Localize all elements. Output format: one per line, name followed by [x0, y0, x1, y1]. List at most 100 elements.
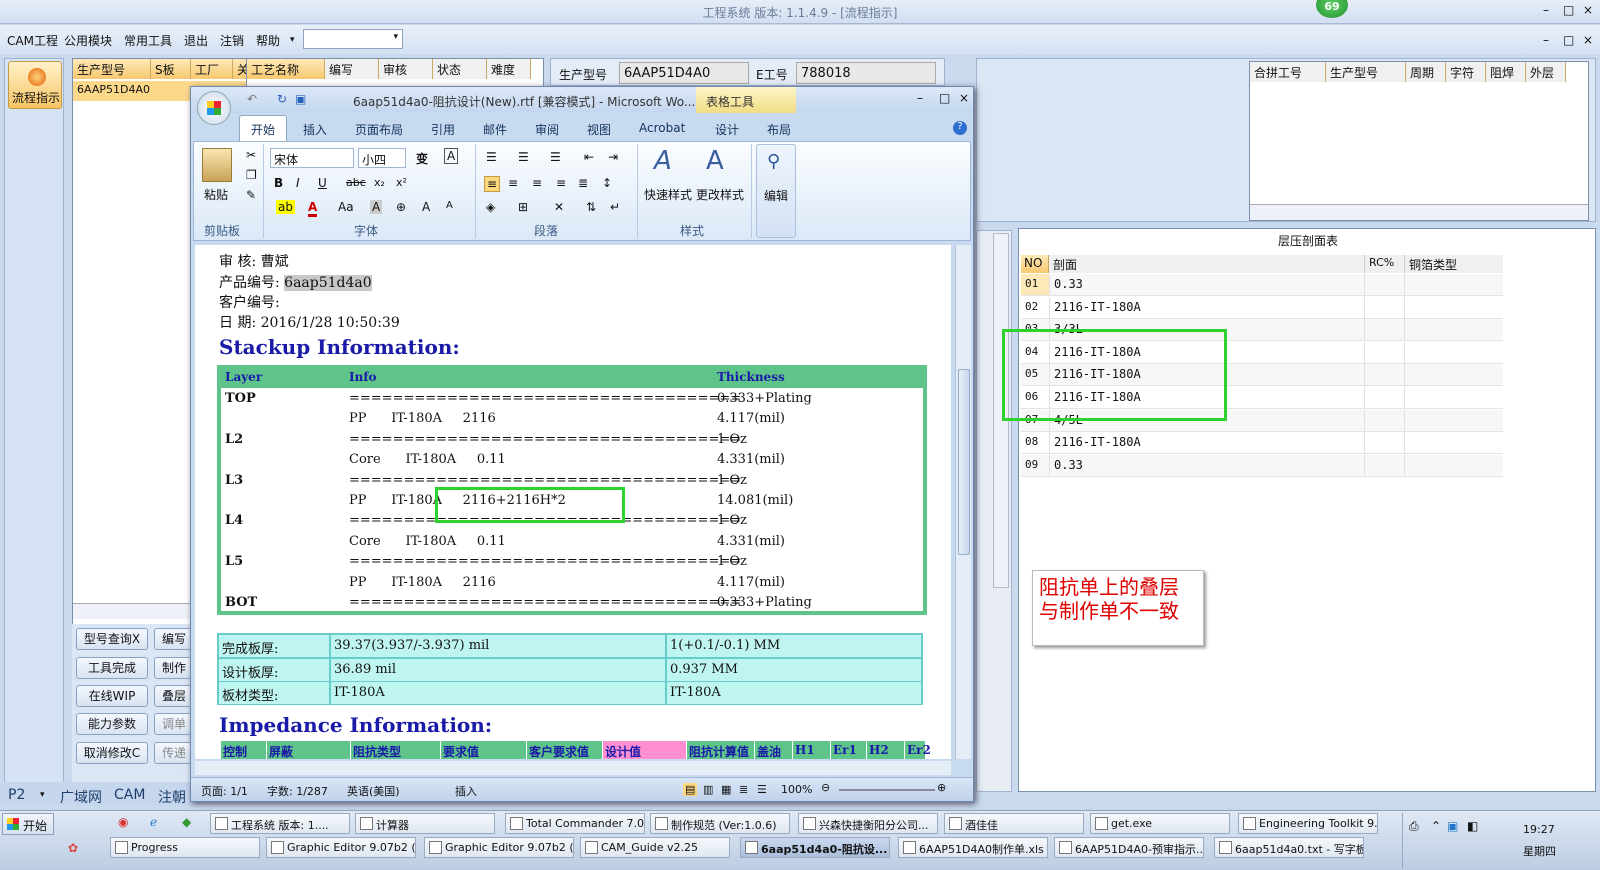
- document-page[interactable]: 审 核: 曹斌 产品编号: 6aap51d4a0 客户编号: 日 期: 2016…: [195, 245, 951, 759]
- menu-common-tools[interactable]: 常用工具: [124, 32, 172, 49]
- stackup-button[interactable]: 叠层: [154, 685, 194, 707]
- volume-icon[interactable]: ◧: [1467, 819, 1478, 833]
- grid-header[interactable]: 生产型号: [1326, 62, 1406, 82]
- tab-design[interactable]: 设计: [715, 121, 739, 138]
- menu-logout[interactable]: 注销: [220, 32, 244, 49]
- menu-common-module[interactable]: 公用模块: [64, 32, 112, 49]
- outline-icon[interactable]: ≣: [739, 783, 748, 796]
- taskbar-button[interactable]: 6aap51d4a0-阻抗设...: [740, 837, 890, 858]
- online-wip-button[interactable]: 在线WIP: [76, 685, 148, 707]
- taskbar-button[interactable]: 6aap51d4a0.txt - 写字板: [1214, 837, 1364, 858]
- mdi-minimize-button[interactable]: –: [1543, 33, 1549, 47]
- align-center-icon[interactable]: ≡: [508, 176, 518, 190]
- change-style-icon[interactable]: A: [706, 146, 724, 176]
- grow-icon[interactable]: A: [422, 200, 430, 214]
- grid-header[interactable]: 生产型号: [73, 59, 151, 79]
- menu-combo[interactable]: ▾: [303, 29, 403, 49]
- cancel-modify-button[interactable]: 取消修改C: [76, 742, 148, 764]
- distribute-icon[interactable]: ≣: [578, 176, 588, 190]
- menu-cam[interactable]: CAM工程: [7, 32, 58, 49]
- start-button[interactable]: 开始: [2, 813, 54, 835]
- grid-header[interactable]: 剖面: [1049, 255, 1365, 273]
- zoom-level[interactable]: 100%: [781, 783, 812, 796]
- borders-icon[interactable]: ⊞: [518, 200, 528, 214]
- taskbar-button[interactable]: 制作规范 (Ver:1.0.6): [650, 813, 790, 834]
- make-button[interactable]: 制作: [154, 657, 194, 679]
- tab-home[interactable]: 开始: [239, 115, 287, 141]
- bold-icon[interactable]: B: [274, 176, 283, 190]
- sort-icon[interactable]: ⇅: [586, 200, 596, 214]
- taskbar-button[interactable]: CAM_Guide v2.25: [580, 837, 730, 858]
- taskbar-button[interactable]: Total Commander 7.0 ...: [505, 813, 645, 834]
- status-words[interactable]: 字数: 1/287: [267, 783, 328, 799]
- status-language[interactable]: 英语(美国): [347, 783, 400, 799]
- taskbar-button[interactable]: 兴森快捷衡阳分公司...: [798, 813, 938, 834]
- char-shading-icon[interactable]: A: [370, 200, 383, 214]
- cut-icon[interactable]: ✂: [246, 148, 256, 162]
- quick-style-icon[interactable]: A: [654, 146, 672, 176]
- grid-header[interactable]: S板: [151, 59, 191, 79]
- tab-layout[interactable]: 布局: [767, 121, 791, 138]
- taskbar-button[interactable]: 6AAP51D4A0制作单.xls ...: [898, 837, 1048, 858]
- bullets-icon[interactable]: ☰: [486, 150, 497, 164]
- taskbar-button[interactable]: 计算器: [355, 813, 495, 834]
- tab-acrobat[interactable]: Acrobat: [639, 121, 685, 135]
- grid-header[interactable]: 周期: [1406, 62, 1446, 82]
- taskbar-button[interactable]: 酒佳佳: [944, 813, 1084, 834]
- font-color-icon[interactable]: A: [308, 200, 318, 217]
- word-maximize-button[interactable]: □: [939, 91, 950, 105]
- quick-style-label[interactable]: 快速样式: [644, 186, 692, 203]
- grid-header[interactable]: 审核: [379, 59, 433, 79]
- taskbar-button[interactable]: 6AAP51D4A0-预审指示...: [1054, 837, 1204, 858]
- change-style-label[interactable]: 更改样式: [696, 186, 744, 203]
- decrease-indent-icon[interactable]: ⇤: [584, 150, 594, 164]
- shading-icon[interactable]: ◈: [486, 200, 495, 214]
- taskbar-button[interactable]: 工程系统 版本: 1....: [210, 813, 350, 834]
- clock-day[interactable]: 星期四: [1523, 843, 1556, 859]
- grow-font-icon[interactable]: 变: [416, 150, 428, 167]
- mdi-restore-button[interactable]: □: [1563, 33, 1574, 47]
- strikethrough-icon[interactable]: abc: [346, 176, 366, 189]
- taskbar-button[interactable]: Graphic Editor 9.07b2 (0...: [424, 837, 574, 858]
- status-insert-mode[interactable]: 插入: [455, 783, 477, 799]
- font-name-select[interactable]: 宋体: [270, 148, 354, 168]
- grid-header[interactable]: 编写: [325, 59, 379, 79]
- network-icon[interactable]: ▣: [1447, 819, 1458, 833]
- underline-icon[interactable]: U: [318, 176, 327, 190]
- grid-header[interactable]: 难度: [487, 59, 531, 79]
- taskbar-button[interactable]: Progress: [110, 837, 260, 858]
- format-painter-icon[interactable]: ✎: [246, 188, 256, 202]
- chinese-layout-icon[interactable]: ✕: [554, 200, 564, 214]
- eno-field[interactable]: 788018: [796, 62, 936, 84]
- subscript-icon[interactable]: x₂: [374, 176, 385, 189]
- grid-header[interactable]: NO: [1021, 255, 1049, 273]
- write-button[interactable]: 编写: [154, 628, 194, 650]
- enclose-char-icon[interactable]: ⊕: [396, 200, 406, 214]
- tab-register[interactable]: 注朝: [158, 787, 186, 807]
- menu-help[interactable]: 帮助: [256, 32, 280, 49]
- grid-header[interactable]: 外层: [1526, 62, 1566, 82]
- adjust-button[interactable]: 调单: [154, 713, 194, 735]
- word-close-button[interactable]: ×: [959, 91, 969, 105]
- draft-icon[interactable]: ☰: [757, 783, 767, 796]
- taskbar-button[interactable]: Engineering Toolkit 9....: [1238, 813, 1378, 834]
- multilevel-icon[interactable]: ☰: [550, 150, 561, 164]
- redo-icon[interactable]: ↻: [277, 92, 287, 106]
- paste-label[interactable]: 粘贴: [204, 186, 228, 203]
- tab-insert[interactable]: 插入: [303, 121, 327, 138]
- help-icon[interactable]: ?: [953, 121, 967, 135]
- status-page[interactable]: 页面: 1/1: [201, 783, 248, 799]
- tray-up-icon[interactable]: ⌃: [1431, 819, 1441, 833]
- printer-icon[interactable]: ⎙: [1409, 819, 1419, 834]
- align-left-icon[interactable]: ≡: [484, 176, 501, 192]
- grid-header[interactable]: 工厂: [191, 59, 233, 79]
- chrome-icon[interactable]: ◉: [118, 815, 128, 829]
- full-screen-icon[interactable]: ▥: [703, 783, 713, 796]
- close-button[interactable]: ×: [1583, 3, 1597, 17]
- grid-header[interactable]: 合拼工号: [1250, 62, 1326, 82]
- flow-indicator-button[interactable]: 流程指示: [8, 61, 62, 109]
- change-case-icon[interactable]: Aa: [338, 200, 354, 214]
- capability-button[interactable]: 能力参数: [76, 713, 148, 735]
- table-row[interactable]: 09 0.33: [1021, 454, 1503, 477]
- numbering-icon[interactable]: ☰: [518, 150, 529, 164]
